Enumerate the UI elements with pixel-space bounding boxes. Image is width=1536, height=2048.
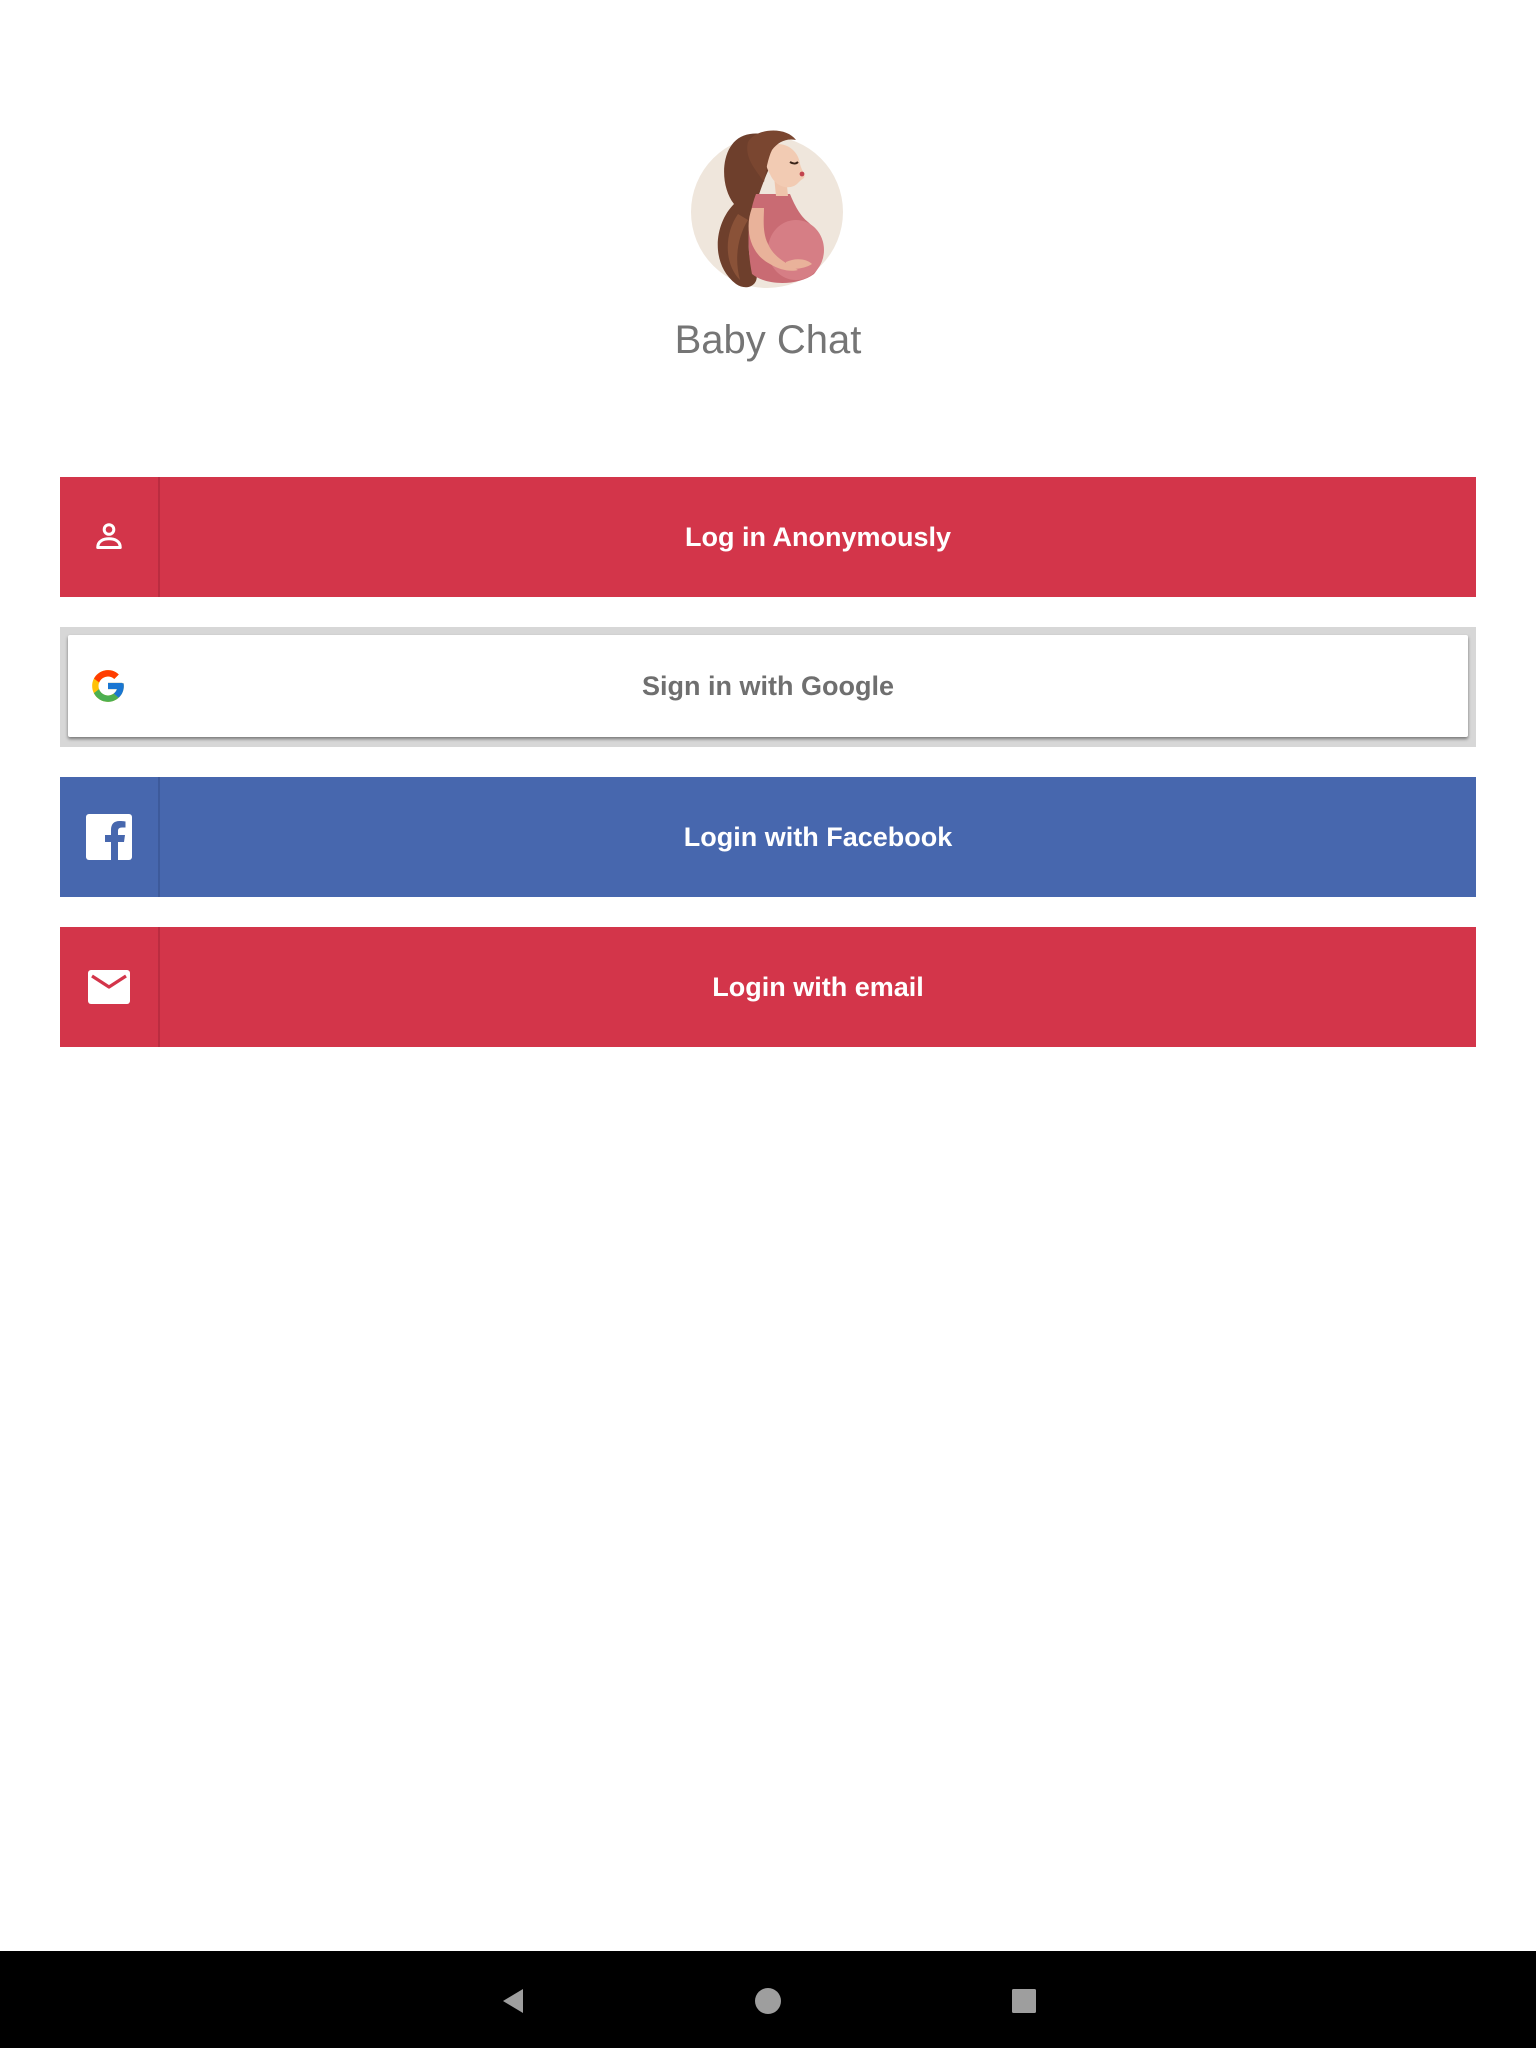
login-email-button[interactable]: Login with email	[60, 927, 1476, 1047]
sign-in-google-button[interactable]: Sign in with Google	[68, 635, 1468, 737]
system-navigation-bar	[0, 1951, 1536, 2048]
recents-icon	[1012, 1989, 1036, 2013]
email-icon	[88, 970, 130, 1004]
pregnant-woman-illustration	[691, 130, 843, 288]
google-button-frame: Sign in with Google	[60, 627, 1476, 747]
home-icon	[755, 1988, 781, 2014]
icon-container	[60, 777, 160, 897]
login-facebook-button[interactable]: Login with Facebook	[60, 777, 1476, 897]
sign-in-google-label: Sign in with Google	[642, 670, 894, 701]
login-screen: Baby Chat Log in Anonymously Sign in wit…	[0, 0, 1536, 2048]
nav-back-button[interactable]	[483, 1971, 543, 2031]
login-anonymously-button[interactable]: Log in Anonymously	[60, 477, 1476, 597]
app-logo	[690, 124, 844, 292]
facebook-icon	[86, 814, 132, 860]
icon-container	[60, 927, 160, 1047]
login-email-label: Login with email	[712, 971, 924, 1002]
back-icon	[503, 1989, 523, 2013]
login-facebook-label: Login with Facebook	[683, 821, 953, 852]
icon-container	[60, 477, 160, 597]
nav-recents-button[interactable]	[994, 1971, 1054, 2031]
icon-container	[68, 635, 148, 737]
nav-home-button[interactable]	[738, 1971, 798, 2031]
login-anonymously-label: Log in Anonymously	[685, 521, 951, 552]
person-icon	[96, 523, 122, 549]
app-title: Baby Chat	[674, 318, 862, 362]
google-icon	[92, 670, 124, 702]
